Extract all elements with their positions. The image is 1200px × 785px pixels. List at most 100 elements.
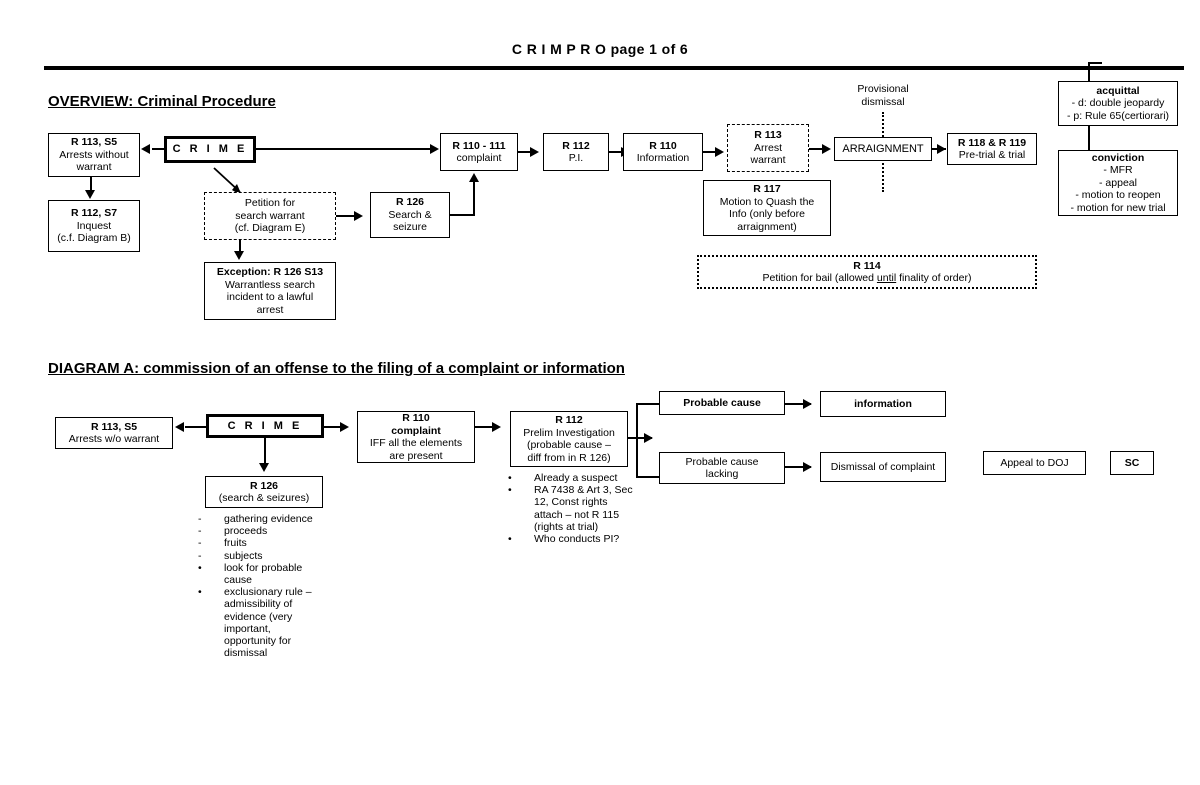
- diagram-a-box-probable-cause-lacking[interactable]: Probable cause lacking: [659, 452, 785, 484]
- box-label: information: [854, 397, 912, 410]
- list-marker: •: [198, 561, 202, 574]
- diagram-a-box-prelim-investigation[interactable]: R 112 Prelim Investigation (probable cau…: [510, 411, 628, 467]
- bail-text-pre: Petition for bail (allowed: [762, 272, 877, 284]
- box-body: Pre-trial & trial: [958, 149, 1026, 161]
- arrowhead-right-prelim-a: [492, 422, 501, 432]
- list-item: • exclusionary rule – admissibility of e…: [198, 586, 318, 659]
- list-marker: -: [198, 549, 202, 562]
- box-title: R 126: [249, 479, 279, 492]
- list-item: • Who conducts PI?: [508, 533, 633, 545]
- box-title: R 110: [402, 412, 430, 424]
- box-body: P.I.: [568, 152, 584, 164]
- overview-box-search-seizure[interactable]: R 126 Search & seizure: [370, 192, 450, 238]
- box-body: complaint: [456, 152, 502, 164]
- overview-box-petition-search-warrant[interactable]: Petition for search warrant (cf. Diagram…: [204, 192, 336, 240]
- overview-box-acquittal[interactable]: acquittal - d: double jeopardy - p: Rule…: [1058, 81, 1178, 126]
- diagram-a-box-dismissal[interactable]: Dismissal of complaint: [820, 452, 946, 482]
- box-title: conviction: [1091, 151, 1145, 164]
- box-body: Warrantless search incident to a lawful …: [224, 278, 316, 316]
- arrowhead-right-complaint-a: [340, 422, 349, 432]
- box-body: Arrest warrant: [750, 141, 786, 167]
- box-body: Inquest (c.f. Diagram B): [57, 219, 131, 245]
- box-label: C R I M E: [227, 419, 303, 432]
- connector-petition-to-search: [336, 215, 356, 217]
- diagram-a-box-complaint[interactable]: R 110 complaint IFF all the elements are…: [357, 411, 475, 463]
- box-title: R 113: [754, 129, 782, 142]
- diagram-a-box-crime[interactable]: C R I M E: [206, 414, 324, 438]
- list-marker: •: [198, 586, 202, 599]
- overview-box-pi[interactable]: R 112 P.I.: [543, 133, 609, 171]
- connector-riser-top-cap: [1088, 62, 1102, 64]
- box-title: R 117: [753, 183, 781, 195]
- overview-box-arrest-warrant[interactable]: R 113 Arrest warrant: [727, 124, 809, 172]
- diagram-a-box-appeal-doj[interactable]: Appeal to DOJ: [983, 451, 1086, 475]
- diagram-a-box-search-seizures[interactable]: R 126 (search & seizures): [205, 476, 323, 508]
- overview-box-arrests-without-warrant[interactable]: R 113, S5 Arrests without warrant: [48, 133, 140, 177]
- box-subtitle: complaint: [391, 424, 441, 437]
- box-title: R 112, S7: [70, 207, 118, 220]
- diagram-a-box-arrests[interactable]: R 113, S5 Arrests w/o warrant: [55, 417, 173, 449]
- diagram-a-box-sc[interactable]: SC: [1110, 451, 1154, 475]
- bail-text-underlined: until: [876, 272, 897, 284]
- diagram-a-box-information[interactable]: information: [820, 391, 946, 417]
- overview-box-conviction[interactable]: conviction - MFR - appeal - motion to re…: [1058, 150, 1178, 216]
- arrowhead-down-search-a: [259, 463, 269, 472]
- list-text: exclusionary rule – admissibility of evi…: [224, 586, 312, 660]
- list-item: • Already a suspect: [508, 472, 633, 484]
- overview-heading: OVERVIEW: Criminal Procedure: [48, 93, 276, 110]
- box-title: R 110: [649, 139, 677, 152]
- box-label: ARRAIGNMENT: [842, 142, 924, 155]
- list-item: - subjects: [198, 550, 318, 562]
- list-marker: -: [198, 513, 202, 525]
- connector-search-to-complaint-v: [473, 182, 475, 215]
- box-title: R 110 - 111: [452, 139, 506, 152]
- overview-box-motion-to-quash[interactable]: R 117 Motion to Quash the Info (only bef…: [703, 180, 831, 236]
- label-provisional-dismissal: Provisional dismissal: [857, 83, 909, 108]
- header-divider: [44, 66, 1184, 70]
- document-page: C R I M P R O page 1 of 6 OVERVIEW: Crim…: [0, 0, 1200, 785]
- box-title: R 114: [853, 259, 881, 272]
- bail-text-post: finality of order): [896, 272, 972, 284]
- box-body: - MFR - appeal - motion to reopen - moti…: [1070, 164, 1166, 214]
- arrowhead-right-pi: [530, 147, 539, 157]
- list-item: • look for probable cause: [198, 562, 318, 586]
- list-item: - gathering evidence: [198, 513, 318, 525]
- list-marker: -: [198, 525, 202, 538]
- list-marker: •: [508, 472, 512, 484]
- box-label: Probable cause: [683, 396, 761, 409]
- arrowhead-left-arrests-a: [175, 422, 184, 432]
- diagram-a-prelim-list: • Already a suspect • RA 7438 & Art 3, S…: [508, 472, 633, 545]
- connector-branch-to-pc: [636, 403, 660, 405]
- arrowhead-right-arraignment: [822, 144, 831, 154]
- list-text: Who conducts PI?: [534, 533, 620, 546]
- list-marker: •: [508, 484, 512, 497]
- page-title: C R I M P R O page 1 of 6: [511, 41, 689, 57]
- list-text: fruits: [224, 537, 247, 550]
- list-text: proceeds: [224, 525, 268, 538]
- box-title: R 112: [562, 139, 590, 152]
- overview-box-inquest[interactable]: R 112, S7 Inquest (c.f. Diagram B): [48, 200, 140, 252]
- box-body: - d: double jeopardy - p: Rule 65(certio…: [1066, 97, 1170, 122]
- overview-box-crime[interactable]: C R I M E: [164, 136, 256, 163]
- overview-box-arraignment[interactable]: ARRAIGNMENT: [834, 137, 932, 161]
- arrowhead-right-branch: [644, 433, 653, 443]
- arrowhead-down-inquest: [85, 190, 95, 199]
- overview-box-exception[interactable]: Exception: R 126 S13 Warrantless search …: [204, 262, 336, 320]
- box-body: (search & seizures): [218, 492, 310, 504]
- box-body: Arrests w/o warrant: [68, 433, 160, 445]
- diagram-a-box-probable-cause[interactable]: Probable cause: [659, 391, 785, 415]
- connector-crime-to-arrests-a: [185, 426, 207, 428]
- list-marker: •: [508, 533, 512, 546]
- overview-box-pretrial-trial[interactable]: R 118 & R 119 Pre-trial & trial: [947, 133, 1037, 165]
- arrowhead-right-pretrial: [937, 144, 946, 154]
- overview-box-bail[interactable]: R 114 Petition for bail (allowed until f…: [697, 255, 1037, 289]
- box-title: Exception: R 126 S13: [216, 266, 324, 278]
- overview-box-information[interactable]: R 110 Information: [623, 133, 703, 171]
- arrowhead-right-dismissal: [803, 462, 812, 472]
- list-text: gathering evidence: [224, 513, 313, 525]
- box-label: Probable cause lacking: [685, 455, 759, 481]
- overview-box-complaint[interactable]: R 110 - 111 complaint: [440, 133, 518, 171]
- arrowhead-left-arrests: [141, 144, 150, 154]
- connector-crime-to-arrests: [152, 148, 166, 150]
- box-title: R 112: [555, 414, 583, 426]
